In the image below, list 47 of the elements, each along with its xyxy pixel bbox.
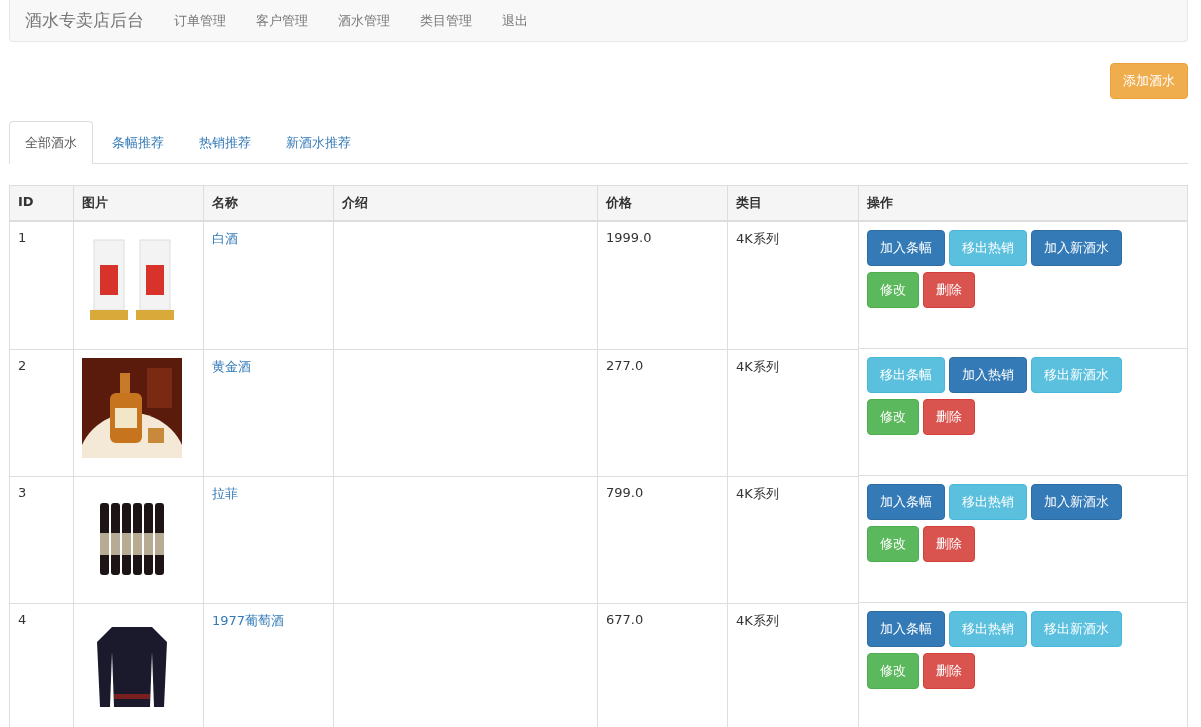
- table-cell: 4K系列: [736, 485, 779, 501]
- nav-link[interactable]: 客户管理: [256, 11, 308, 30]
- action-button[interactable]: 加入新酒水: [1031, 230, 1122, 266]
- table-cell: 1999.0: [606, 230, 652, 245]
- column-header: 价格: [606, 195, 632, 210]
- action-button[interactable]: 删除: [923, 653, 975, 689]
- table-cell: 2: [18, 357, 27, 373]
- action-button[interactable]: 修改: [867, 526, 919, 562]
- column-header: 类目: [736, 195, 762, 210]
- table-cell: 4: [18, 611, 27, 627]
- action-button[interactable]: 加入条幅: [867, 484, 945, 520]
- action-button[interactable]: 加入条幅: [867, 611, 945, 647]
- product-name-link[interactable]: 拉菲: [212, 485, 238, 501]
- product-name-link[interactable]: 1977葡萄酒: [212, 612, 285, 628]
- product-name-link[interactable]: 白酒: [212, 231, 238, 246]
- table-cell: 4K系列: [736, 231, 779, 246]
- action-button[interactable]: 修改: [867, 272, 919, 308]
- tab[interactable]: 条幅推荐: [96, 121, 180, 164]
- column-header: ID: [18, 194, 34, 209]
- nav-link[interactable]: 退出: [502, 11, 528, 30]
- action-button[interactable]: 加入新酒水: [1031, 484, 1122, 520]
- action-button[interactable]: 修改: [867, 399, 919, 435]
- product-name-link[interactable]: 黄金酒: [212, 358, 251, 374]
- action-button[interactable]: 删除: [923, 526, 975, 562]
- table-cell: 799.0: [606, 484, 644, 500]
- column-header: 名称: [212, 195, 238, 210]
- nav-link[interactable]: 酒水管理: [338, 11, 390, 30]
- table-cell: 4K系列: [736, 358, 779, 374]
- tab[interactable]: 新酒水推荐: [270, 121, 367, 164]
- table-cell: 1: [18, 230, 27, 245]
- action-button[interactable]: 删除: [923, 399, 975, 435]
- action-button[interactable]: 加入条幅: [867, 230, 945, 266]
- action-button[interactable]: 删除: [923, 272, 975, 308]
- column-header: 图片: [82, 195, 108, 210]
- action-button[interactable]: 修改: [867, 653, 919, 689]
- table-cell: 677.0: [606, 611, 644, 627]
- table-cell: 4K系列: [736, 612, 779, 628]
- table-cell: 277.0: [606, 357, 644, 373]
- action-button[interactable]: 加入热销: [949, 357, 1027, 393]
- nav-link[interactable]: 类目管理: [420, 11, 472, 30]
- brand-title[interactable]: 酒水专卖店后台: [25, 9, 144, 32]
- tab[interactable]: 热销推荐: [183, 121, 267, 164]
- nav-link[interactable]: 订单管理: [174, 11, 226, 30]
- table-cell: 3: [18, 484, 27, 500]
- column-header: 介绍: [342, 195, 368, 210]
- column-header: 操作: [867, 195, 893, 210]
- tab[interactable]: 全部酒水: [9, 121, 93, 164]
